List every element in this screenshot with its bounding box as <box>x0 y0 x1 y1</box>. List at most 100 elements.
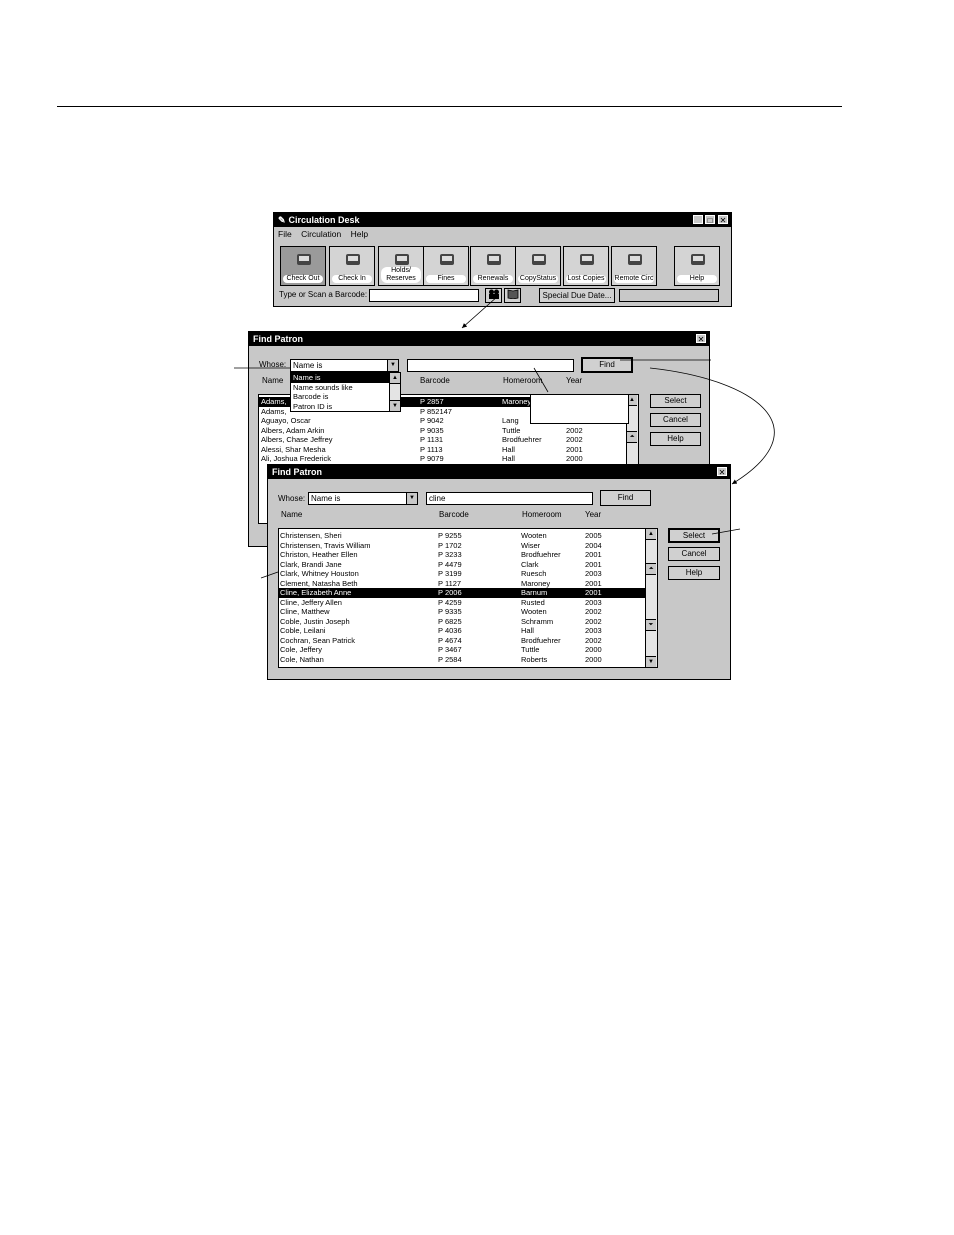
scan-barcode-label: Type or Scan a Barcode: <box>279 290 368 299</box>
toolbar-button-copystatus[interactable]: CopyStatus <box>515 246 561 286</box>
table-row[interactable]: Clement, Natasha Beth P 1127 Maroney 2001 <box>279 579 645 589</box>
toolbar-button-fines[interactable]: Fines <box>423 246 469 286</box>
cell-barcode: P 9255 <box>438 531 462 540</box>
cell-year: 2001 <box>585 559 602 569</box>
dropdown-scrollbar[interactable]: ▲ ▼ <box>389 373 400 411</box>
table-row[interactable]: Clark, Whitney Houston P 3199 Ruesch 2003 <box>279 569 645 579</box>
chevron-down-icon[interactable]: ▼ <box>387 360 398 371</box>
page-up-icon[interactable]: ⏶ <box>646 563 656 575</box>
toolbar-button-check-in[interactable]: Check In <box>329 246 375 286</box>
check-in-icon <box>343 250 363 270</box>
close-button[interactable]: ✕ <box>717 467 727 477</box>
cell-barcode: P 9079 <box>420 454 444 463</box>
column-header-name[interactable]: Name <box>262 376 283 385</box>
toolbar-button-renewals[interactable]: Renewals <box>470 246 516 286</box>
column-header-barcode[interactable]: Barcode <box>420 376 450 385</box>
select-button[interactable]: Select <box>650 394 701 408</box>
column-header-year[interactable]: Year <box>566 376 582 385</box>
close-button[interactable]: ✕ <box>696 334 706 344</box>
cancel-button[interactable]: Cancel <box>668 547 720 561</box>
cell-homeroom: Schramm <box>521 616 554 626</box>
table-row[interactable]: Cline, Matthew P 9335 Wooten 2002 <box>279 607 645 617</box>
scroll-up-icon[interactable]: ▲ <box>646 529 656 540</box>
table-row[interactable]: Cline, Jeffery Allen P 4259 Rusted 2003 <box>279 598 645 608</box>
title-search-button[interactable] <box>504 288 521 303</box>
cell-year: 2002 <box>566 425 583 435</box>
table-row[interactable]: Christensen, Sheri P 9255 Wooten 2005 <box>279 531 645 541</box>
whose-dropdown-list[interactable]: Name is Name sounds like Barcode is Patron… <box>290 372 401 412</box>
scroll-up-icon[interactable]: ▲ <box>390 373 400 384</box>
chevron-down-icon[interactable]: ▼ <box>406 493 417 504</box>
toolbar-button-help[interactable]: Help <box>674 246 720 286</box>
patron-search-button[interactable] <box>485 288 502 303</box>
menu-help[interactable]: Help <box>351 229 368 239</box>
cell-year: 2004 <box>585 540 602 550</box>
toolbar-button-remote-circ[interactable]: Remote Circ <box>611 246 657 286</box>
find-button[interactable]: Find <box>600 490 651 506</box>
cell-homeroom: Wooten <box>521 531 547 540</box>
column-header-barcode[interactable]: Barcode <box>439 510 469 519</box>
select-button[interactable]: Select <box>668 528 720 543</box>
cell-name: Ali, Joshua Frederick <box>261 454 332 463</box>
app-icon: ✎ <box>278 215 286 225</box>
table-row[interactable]: Ali, Joshua Frederick P 9079 Hall 2000 <box>259 454 626 464</box>
table-row[interactable]: Coble, Leilani P 4036 Hall 2003 <box>279 626 645 636</box>
table-row[interactable]: Coble, Justin Joseph P 6825 Schramm 2002 <box>279 617 645 627</box>
table-row[interactable]: Cole, Jeffery P 3467 Tuttle 2000 <box>279 645 645 655</box>
whose-label: Whose: <box>278 494 306 503</box>
close-button[interactable]: ✕ <box>718 215 728 225</box>
table-row[interactable]: Cochran, Sean Patrick P 4674 Brodfuehrer 20… <box>279 636 645 646</box>
whose-combo[interactable]: Name is ▼ <box>290 359 399 372</box>
scroll-down-icon[interactable]: ▼ <box>390 400 400 411</box>
barcode-input[interactable] <box>369 289 479 302</box>
help-button[interactable]: Help <box>650 432 701 446</box>
table-row[interactable]: Alessi, Shar Mesha P 1113 Hall 2001 <box>259 445 626 455</box>
cell-year: 2002 <box>585 607 602 616</box>
dropdown-option[interactable]: Barcode is <box>291 392 400 402</box>
dropdown-option[interactable]: Patron ID is <box>291 402 400 412</box>
cell-name: Adams, <box>261 397 287 406</box>
cell-barcode: P 1113 <box>420 444 443 454</box>
table-row[interactable]: Christon, Heather Ellen P 3233 Brodfuehrer… <box>279 550 645 560</box>
cell-name: Cline, Jeffery Allen <box>280 597 342 607</box>
cell-barcode: P 1127 <box>438 578 462 588</box>
table-row[interactable]: Clark, Brandi Jane P 4479 Clark 2001 <box>279 560 645 570</box>
column-header-name[interactable]: Name <box>281 510 302 519</box>
menu-circulation[interactable]: Circulation <box>301 229 341 239</box>
patron-list[interactable]: Cole, Nathan P 2584 Roberts 2000 Cole, Jeffe… <box>278 528 658 668</box>
menu-file[interactable]: File <box>278 229 292 239</box>
cell-year: 2001 <box>585 550 602 559</box>
fines-icon <box>437 250 457 270</box>
column-header-homeroom[interactable]: Homeroom <box>522 510 562 519</box>
page-up-icon[interactable]: ⏶ <box>627 431 637 443</box>
whose-combo[interactable]: Name is ▼ <box>308 492 418 505</box>
list-scrollbar[interactable]: ▲ ⏶ ⏷ ▼ <box>645 529 657 667</box>
table-row[interactable]: Cline, Elizabeth Anne P 2006 Barnum 2001 <box>279 588 645 598</box>
toolbar-button-label: Holds/ Reserves <box>381 267 421 283</box>
toolbar-button-check-out[interactable]: Check Out <box>280 246 326 286</box>
cell-year: 2000 <box>585 645 602 654</box>
toolbar-button-holds-reserves[interactable]: Holds/ Reserves <box>378 246 424 286</box>
column-header-homeroom[interactable]: Homeroom <box>503 376 543 385</box>
search-input[interactable] <box>407 359 574 372</box>
search-input[interactable]: cline <box>426 492 593 505</box>
cell-homeroom: Maroney <box>521 578 551 588</box>
toolbar-button-lost-copies[interactable]: Lost Copies <box>563 246 609 286</box>
dropdown-option[interactable]: Name is <box>291 373 400 383</box>
dropdown-option[interactable]: Name sounds like <box>291 383 400 393</box>
find-button[interactable]: Find <box>581 357 633 373</box>
special-due-date-button[interactable]: Special Due Date... <box>539 288 615 303</box>
column-header-year[interactable]: Year <box>585 510 601 519</box>
table-row[interactable]: Christensen, Travis William P 1702 Wiser 20… <box>279 541 645 551</box>
table-row[interactable]: Albers, Adam Arkin P 9035 Tuttle 2002 <box>259 426 626 436</box>
minimize-button[interactable]: _ <box>693 215 703 225</box>
maximize-button[interactable]: □ <box>705 215 715 225</box>
table-row[interactable]: Albers, Chase Jeffrey P 1131 Brodfuehrer 20… <box>259 435 626 445</box>
page-down-icon[interactable]: ⏷ <box>646 619 656 631</box>
cell-homeroom: Brodfuehrer <box>502 435 542 444</box>
help-button[interactable]: Help <box>668 566 720 580</box>
table-row[interactable]: Cole, Nathan P 2584 Roberts 2000 <box>279 655 645 665</box>
cancel-button[interactable]: Cancel <box>650 413 701 427</box>
title-bar: Find Patron <box>249 332 709 346</box>
scroll-down-icon[interactable]: ▼ <box>646 656 656 667</box>
